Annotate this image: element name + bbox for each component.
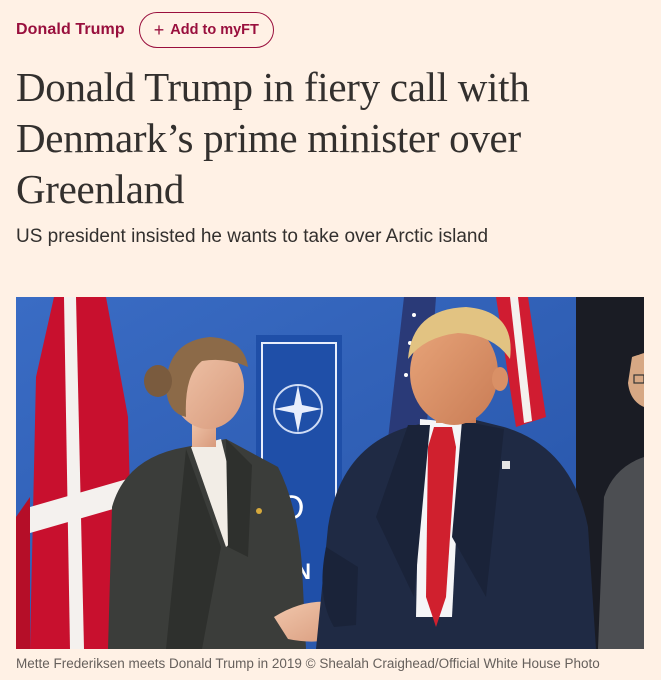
topic-link[interactable]: Donald Trump [16,21,125,39]
add-to-myft-label: Add to myFT [170,22,259,38]
article-photo: O ON [16,297,644,649]
standfirst: US president insisted he wants to take o… [16,226,489,247]
topic-row: Donald Trump + Add to myFT [16,12,274,48]
add-to-myft-button[interactable]: + Add to myFT [138,12,274,48]
headline: Donald Trump in fiery call with Denmark’… [16,64,530,212]
plus-icon: + [153,20,165,40]
image-caption: Mette Frederiksen meets Donald Trump in … [16,656,600,671]
